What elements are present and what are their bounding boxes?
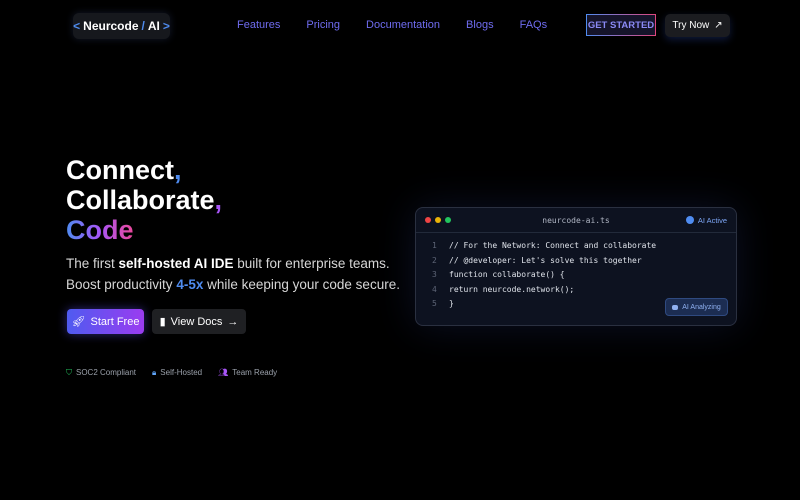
code-line: 3 function collaborate() { (432, 270, 565, 280)
lock-icon: 🔒︎ (152, 368, 157, 377)
code-editor-preview: neurcode-ai.ts AI Active 1// For the Net… (415, 207, 737, 326)
trust-badges: ⛉ SOC2 Compliant 🔒︎ Self-Hosted 👥︎ Team Rea… (66, 368, 277, 378)
try-now-button[interactable]: Try Now ↗ (665, 14, 730, 37)
editor-titlebar: neurcode-ai.ts AI Active (416, 208, 736, 233)
logo[interactable]: < Neurcode / AI > (73, 13, 170, 39)
start-free-button[interactable]: 🚀︎ Start Free (67, 309, 144, 334)
nav-documentation[interactable]: Documentation (366, 19, 440, 31)
code-line: 1// For the Network: Connect and collabo… (432, 241, 657, 250)
main-nav: Features Pricing Documentation Blogs FAQ… (237, 19, 573, 31)
external-link-icon: ↗ (714, 20, 723, 31)
robot-icon (672, 304, 679, 310)
arrow-right-icon: → (227, 315, 239, 328)
nav-faqs[interactable]: FAQs (520, 19, 548, 31)
hero-title: Connect, Collaborate, Code (66, 155, 223, 245)
nav-blogs[interactable]: Blogs (466, 19, 494, 31)
badge-team-ready: 👥︎ Team Ready (218, 368, 278, 377)
rocket-icon: 🚀︎ (71, 316, 86, 328)
ai-analyzing-badge: AI Analyzing (665, 298, 728, 316)
ai-status: AI Active (685, 216, 727, 225)
brain-icon (685, 216, 694, 224)
shield-icon: ⛉ (66, 368, 72, 377)
hero-subtitle: The first self-hosted AI IDE built for e… (66, 256, 400, 292)
nav-features[interactable]: Features (237, 19, 280, 31)
users-icon: 👥︎ (218, 368, 229, 377)
view-docs-button[interactable]: ▮ View Docs → (152, 309, 246, 334)
code-line: 2// @developer: Let's solve this togethe… (432, 255, 642, 265)
book-icon: ▮ (159, 316, 166, 328)
get-started-button[interactable]: GET STARTED (586, 14, 656, 36)
nav-pricing[interactable]: Pricing (306, 19, 340, 31)
badge-soc2: ⛉ SOC2 Compliant (66, 368, 137, 377)
badge-self-hosted: 🔒︎ Self-Hosted (152, 368, 203, 377)
